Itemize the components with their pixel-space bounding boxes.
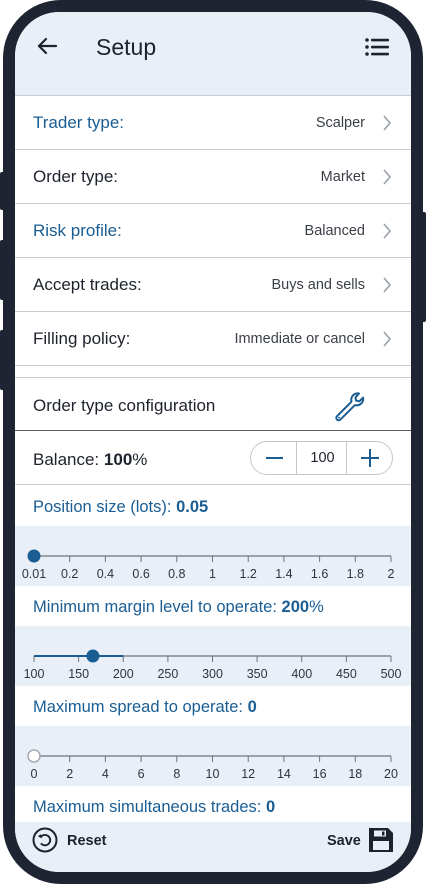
- slider-tick-label: 2: [66, 767, 73, 781]
- setting-label: Trader type:: [33, 113, 125, 132]
- slider-tick-label: 2: [388, 567, 395, 581]
- setting-value: Scalper: [315, 115, 365, 131]
- balance-stepper: 100: [250, 441, 393, 475]
- floppy-disk-icon: [369, 828, 393, 852]
- slider-handle[interactable]: [86, 649, 100, 663]
- wrench-icon[interactable]: [332, 389, 366, 423]
- setting-value: Market: [320, 169, 365, 185]
- slider-tick-label: 450: [336, 667, 357, 681]
- app-header: Setup: [15, 12, 411, 95]
- slider-tick-label: 0.4: [97, 567, 114, 581]
- save-button[interactable]: Save: [325, 826, 395, 860]
- slider-position-size[interactable]: 0.01 0.2 0.4 0.6 0.8 1 1.2 1.4 1.6 1.8 2: [15, 526, 411, 586]
- side-button: [0, 330, 5, 390]
- setting-row-filling-policy[interactable]: Filling policy: Immediate or cancel: [15, 312, 411, 366]
- param-position-size: Position size (lots): 0.05: [15, 486, 411, 526]
- param-min-margin: Minimum margin level to operate: 200%: [15, 586, 411, 626]
- slider-tick-label: 1.6: [311, 567, 328, 581]
- slider-tick-label: 1: [209, 567, 216, 581]
- setting-value: Balanced: [304, 223, 365, 239]
- footer-bar: Reset Save: [15, 822, 411, 872]
- param-max-simultaneous-trades: Maximum simultaneous trades: 0: [15, 786, 411, 822]
- side-button: [0, 172, 5, 210]
- slider-tick-label: 0.6: [132, 567, 149, 581]
- side-button: [421, 212, 426, 322]
- slider-tick-label: 6: [138, 767, 145, 781]
- slider-tick-label: 200: [113, 667, 134, 681]
- chevron-right-icon: [383, 223, 392, 239]
- slider-tick-label: 14: [277, 767, 291, 781]
- slider-tick-label: 350: [247, 667, 268, 681]
- slider-tick-label: 12: [241, 767, 255, 781]
- slider-tick-label: 8: [173, 767, 180, 781]
- setting-label: Risk profile:: [33, 221, 122, 240]
- slider-tick-label: 500: [381, 667, 402, 681]
- slider-tick-label: 4: [102, 767, 109, 781]
- slider-tick-label: 150: [68, 667, 89, 681]
- setting-label: Order type:: [33, 167, 119, 186]
- setting-row-accept-trades[interactable]: Accept trades: Buys and sells: [15, 258, 411, 312]
- slider-tick-label: 1.8: [347, 567, 364, 581]
- slider-tick-label: 1.2: [240, 567, 257, 581]
- side-button: [0, 240, 5, 300]
- slider-tick-label: 1.4: [275, 567, 292, 581]
- slider-tick-label: 400: [291, 667, 312, 681]
- slider-tick-label: 0: [31, 767, 38, 781]
- slider-tick-label: 0.8: [168, 567, 185, 581]
- slider-tick-label: 250: [157, 667, 178, 681]
- slider-tick-label: 100: [24, 667, 45, 681]
- setting-label: Filling policy:: [33, 329, 131, 348]
- param-max-spread: Maximum spread to operate: 0: [15, 686, 411, 726]
- chevron-right-icon: [383, 169, 392, 185]
- config-label: Order type configuration: [33, 396, 216, 415]
- slider-tick-label: 300: [202, 667, 223, 681]
- balance-label: Balance: 100%: [33, 450, 148, 469]
- slider-handle[interactable]: [27, 749, 41, 763]
- setting-row-risk-profile[interactable]: Risk profile: Balanced: [15, 204, 411, 258]
- setting-row-order-type[interactable]: Order type: Market: [15, 150, 411, 204]
- settings-content: Trader type: Scalper Order type: Market …: [15, 95, 411, 822]
- slider-tick-label: 16: [313, 767, 327, 781]
- balance-row: Balance: 100% 100: [15, 431, 411, 485]
- setting-value: Immediate or cancel: [234, 331, 365, 347]
- setting-label: Accept trades:: [33, 275, 142, 294]
- slider-tick-label: 0.01: [22, 567, 46, 581]
- setting-row-trader-type[interactable]: Trader type: Scalper: [15, 96, 411, 150]
- slider-min-margin[interactable]: 100 150 200 250 300 350 400 450 500: [15, 626, 411, 686]
- chevron-right-icon: [383, 331, 392, 347]
- stepper-value[interactable]: 100: [297, 450, 348, 466]
- slider-tick-label: 0.2: [61, 567, 78, 581]
- reset-label: Reset: [67, 833, 107, 849]
- back-arrow-icon[interactable]: [35, 34, 59, 58]
- slider-tick-label: 18: [348, 767, 362, 781]
- increment-button[interactable]: [346, 442, 392, 474]
- page-title: Setup: [96, 34, 157, 60]
- slider-handle[interactable]: [27, 549, 41, 563]
- decrement-button[interactable]: [251, 442, 297, 474]
- reset-icon: [32, 827, 58, 853]
- save-label: Save: [327, 833, 361, 849]
- app-screen: Setup Trader type: Scalper Order type: M…: [15, 12, 411, 872]
- order-type-config-row[interactable]: Order type configuration: [15, 377, 411, 431]
- setting-value: Buys and sells: [271, 277, 366, 293]
- list-menu-icon[interactable]: [365, 37, 389, 57]
- chevron-right-icon: [383, 115, 392, 131]
- slider-tick-label: 10: [206, 767, 220, 781]
- slider-tick-label: 20: [384, 767, 398, 781]
- slider-max-spread[interactable]: 0 2 4 6 8 10 12 14 16 18 20: [15, 726, 411, 786]
- chevron-right-icon: [383, 277, 392, 293]
